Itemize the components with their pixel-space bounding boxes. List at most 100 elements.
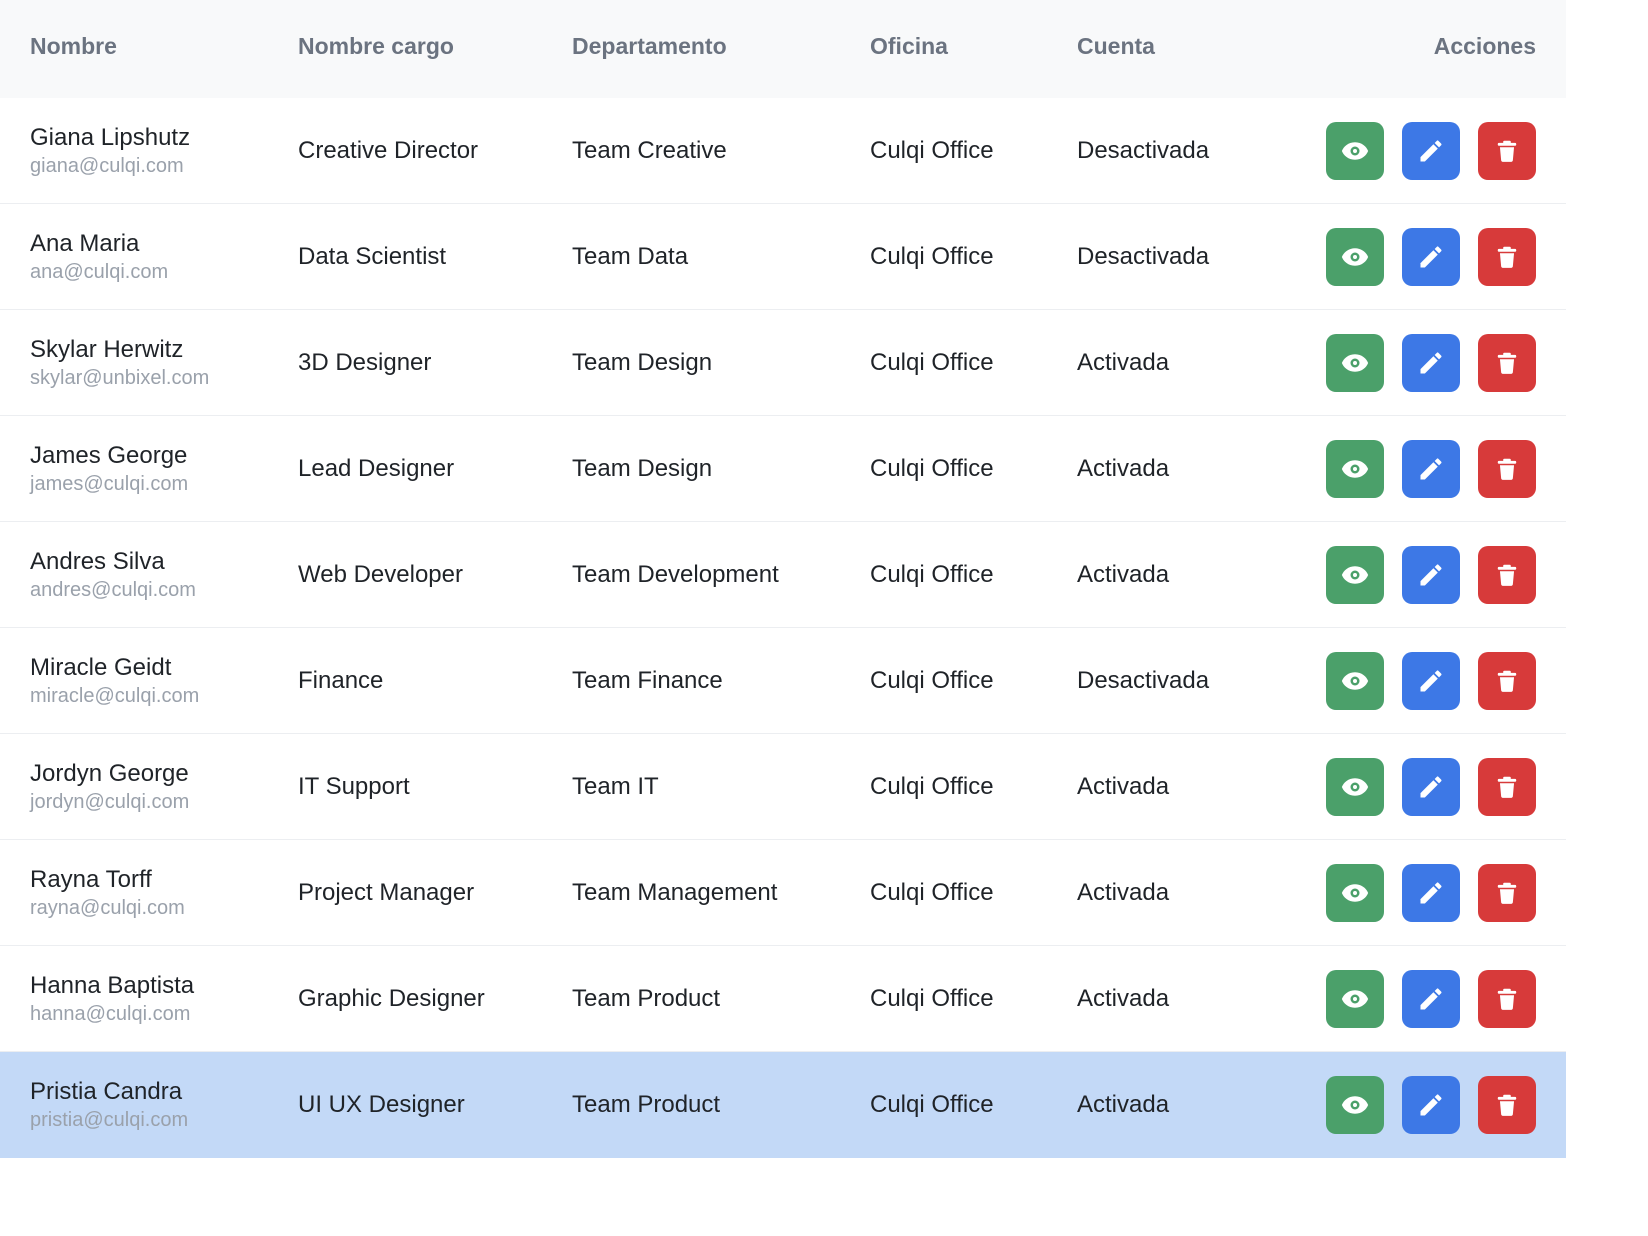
trash-icon [1494,455,1520,483]
edit-button[interactable] [1402,334,1460,392]
table-header: Nombre Nombre cargo Departamento Oficina… [0,0,1566,98]
trash-icon [1494,1091,1520,1119]
table-row[interactable]: Rayna Torff rayna@culqi.com Project Manage… [0,840,1566,946]
office-cell: Culqi Office [870,137,994,164]
department-cell: Team Management [572,879,778,906]
delete-button[interactable] [1478,864,1536,922]
office-cell: Culqi Office [870,1091,994,1118]
table-row[interactable]: Pristia Candra pristia@culqi.com UI UX Des… [0,1052,1566,1158]
employee-email: rayna@culqi.com [30,897,185,919]
eye-icon [1340,666,1370,696]
account-status-cell: Activada [1077,561,1170,588]
delete-button[interactable] [1478,970,1536,1028]
table-row[interactable]: Andres Silva andres@culqi.com Web Develope… [0,522,1566,628]
view-button[interactable] [1326,1076,1384,1134]
office-cell: Culqi Office [870,561,994,588]
position-cell: 3D Designer [298,349,432,376]
trash-icon [1494,243,1520,271]
employee-cell: James George james@culqi.com [30,442,188,498]
row-actions [1326,334,1536,392]
edit-button[interactable] [1402,970,1460,1028]
employee-email: pristia@culqi.com [30,1109,189,1131]
pencil-icon [1417,243,1445,271]
table-row[interactable]: Hanna Baptista hanna@culqi.com Graphic Des… [0,946,1566,1052]
employee-cell: Giana Lipshutz giana@culqi.com [30,124,190,180]
column-header-account[interactable]: Cuenta [1077,0,1155,92]
delete-button[interactable] [1478,122,1536,180]
view-button[interactable] [1326,864,1384,922]
row-actions [1326,970,1536,1028]
account-status-cell: Activada [1077,773,1170,800]
position-cell: Graphic Designer [298,985,485,1012]
trash-icon [1494,349,1520,377]
delete-button[interactable] [1478,546,1536,604]
column-header-office[interactable]: Oficina [870,0,948,92]
view-button[interactable] [1326,122,1384,180]
office-cell: Culqi Office [870,879,994,906]
pencil-icon [1417,985,1445,1013]
view-button[interactable] [1326,546,1384,604]
employee-email: hanna@culqi.com [30,1003,191,1025]
table-row[interactable]: Giana Lipshutz giana@culqi.com Creative Di… [0,98,1566,204]
account-status-cell: Desactivada [1077,137,1210,164]
view-button[interactable] [1326,758,1384,816]
department-cell: Team Data [572,243,689,270]
eye-icon [1340,772,1370,802]
pencil-icon [1417,667,1445,695]
table-row[interactable]: Ana Maria ana@culqi.com Data Scientist Team… [0,204,1566,310]
view-button[interactable] [1326,228,1384,286]
eye-icon [1340,1090,1370,1120]
view-button[interactable] [1326,440,1384,498]
employee-name: James George [30,442,188,469]
position-cell: Project Manager [298,879,475,906]
table-row[interactable]: James George james@culqi.com Lead Designer… [0,416,1566,522]
employees-table: Nombre Nombre cargo Departamento Oficina… [0,0,1566,1158]
table-row[interactable]: Miracle Geidt miracle@culqi.com Finance Tea… [0,628,1566,734]
employee-cell: Jordyn George jordyn@culqi.com [30,760,189,816]
employee-name: Ana Maria [30,230,140,257]
eye-icon [1340,348,1370,378]
account-status-cell: Activada [1077,879,1170,906]
trash-icon [1494,561,1520,589]
delete-button[interactable] [1478,334,1536,392]
delete-button[interactable] [1478,228,1536,286]
eye-icon [1340,878,1370,908]
employee-name: Hanna Baptista [30,972,195,999]
employee-cell: Pristia Candra pristia@culqi.com [30,1078,188,1134]
position-cell: IT Support [298,773,410,800]
column-header-department[interactable]: Departamento [572,0,727,92]
trash-icon [1494,773,1520,801]
edit-button[interactable] [1402,652,1460,710]
edit-button[interactable] [1402,440,1460,498]
delete-button[interactable] [1478,1076,1536,1134]
edit-button[interactable] [1402,228,1460,286]
table-row[interactable]: Jordyn George jordyn@culqi.com IT Support T… [0,734,1566,840]
department-cell: Team Product [572,985,721,1012]
employee-name: Andres Silva [30,548,165,575]
office-cell: Culqi Office [870,243,994,270]
edit-button[interactable] [1402,864,1460,922]
view-button[interactable] [1326,334,1384,392]
delete-button[interactable] [1478,440,1536,498]
delete-button[interactable] [1478,652,1536,710]
department-cell: Team Creative [572,137,727,164]
edit-button[interactable] [1402,122,1460,180]
edit-button[interactable] [1402,758,1460,816]
column-header-position[interactable]: Nombre cargo [298,0,454,92]
row-actions [1326,228,1536,286]
column-header-name[interactable]: Nombre [30,0,117,92]
position-cell: Finance [298,667,384,694]
employee-email: james@culqi.com [30,473,189,495]
employee-name: Pristia Candra [30,1078,183,1105]
pencil-icon [1417,349,1445,377]
row-actions [1326,758,1536,816]
delete-button[interactable] [1478,758,1536,816]
table-row[interactable]: Skylar Herwitz skylar@unbixel.com 3D Desig… [0,310,1566,416]
view-button[interactable] [1326,970,1384,1028]
edit-button[interactable] [1402,546,1460,604]
edit-button[interactable] [1402,1076,1460,1134]
employee-name: Jordyn George [30,760,189,787]
employee-cell: Skylar Herwitz skylar@unbixel.com [30,336,209,392]
employee-name: Giana Lipshutz [30,124,191,151]
view-button[interactable] [1326,652,1384,710]
